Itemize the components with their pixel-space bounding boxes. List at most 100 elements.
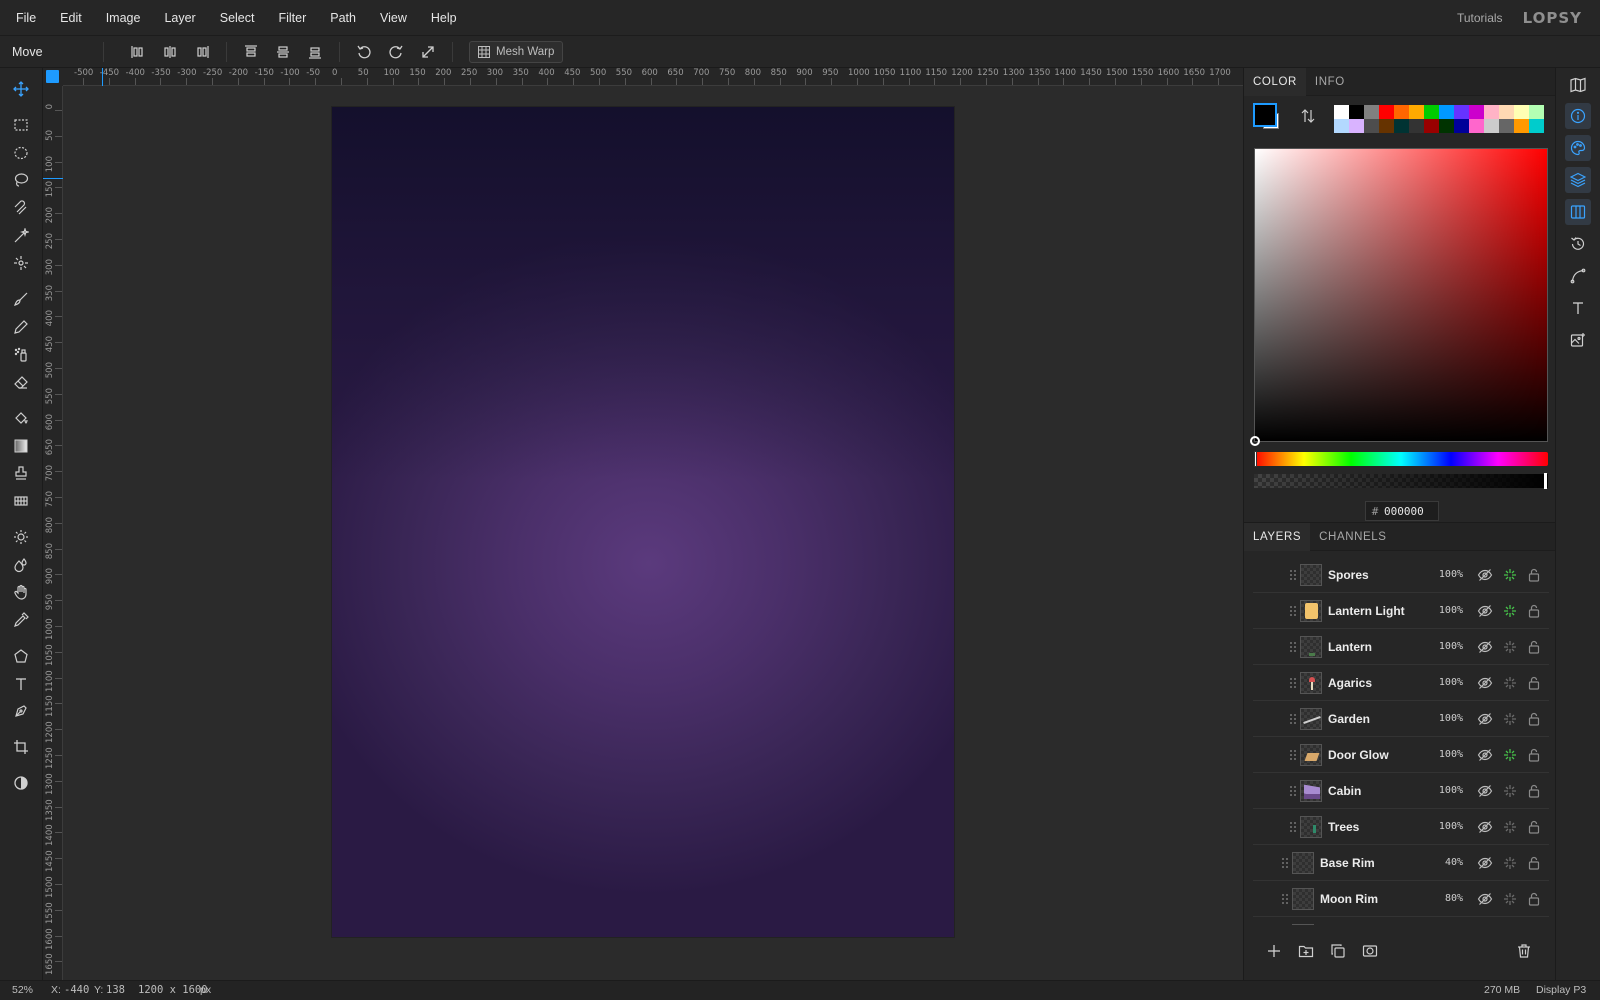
layer-opacity[interactable]: 100% — [1433, 557, 1463, 593]
duplicate-layer-icon[interactable] — [1330, 943, 1348, 961]
horizontal-ruler[interactable]: -500 -450 -400 -350 -300 -250 -200 -150 -100 -50 0… — [63, 68, 1243, 86]
layer-row[interactable]: Base Rim 40% — [1253, 845, 1549, 881]
pen-icon[interactable] — [6, 698, 36, 724]
spray-icon[interactable] — [6, 342, 36, 368]
hue-slider[interactable] — [1254, 451, 1548, 467]
drag-handle-icon[interactable] — [1288, 640, 1298, 654]
palette-swatch[interactable] — [1469, 105, 1484, 119]
palette-swatch[interactable] — [1394, 105, 1409, 119]
pencil-icon[interactable] — [6, 314, 36, 340]
paint-bucket-icon[interactable] — [6, 405, 36, 431]
palette-swatch[interactable] — [1439, 119, 1454, 133]
palette-swatch[interactable] — [1499, 105, 1514, 119]
layer-row[interactable]: Door Glow 100% — [1253, 737, 1549, 773]
lock-icon[interactable] — [1526, 675, 1542, 691]
blur-drop-icon[interactable] — [6, 552, 36, 578]
palette-swatch[interactable] — [1514, 105, 1529, 119]
align-right-icon[interactable] — [186, 40, 218, 64]
brush-icon[interactable] — [6, 286, 36, 312]
lasso-icon[interactable] — [6, 167, 36, 193]
stamp-icon[interactable] — [6, 460, 36, 486]
layer-effects-icon[interactable] — [1502, 639, 1518, 655]
drag-handle-icon[interactable] — [1280, 892, 1290, 906]
character-text-icon[interactable] — [1565, 295, 1591, 321]
lock-icon[interactable] — [1526, 783, 1542, 799]
drag-handle-icon[interactable] — [1288, 820, 1298, 834]
drag-handle-icon[interactable] — [1288, 604, 1298, 618]
visibility-eye-icon[interactable] — [1477, 711, 1493, 727]
lock-icon[interactable] — [1526, 711, 1542, 727]
layer-opacity[interactable]: 100% — [1433, 593, 1463, 629]
saturation-value-picker[interactable] — [1250, 148, 1548, 446]
layer-row[interactable]: Cabin 100% — [1253, 773, 1549, 809]
drag-handle-icon[interactable] — [1288, 676, 1298, 690]
add-group-icon[interactable] — [1298, 943, 1316, 961]
visibility-eye-icon[interactable] — [1477, 639, 1493, 655]
fit-expand-icon[interactable] — [412, 40, 444, 64]
layer-effects-icon[interactable] — [1502, 675, 1518, 691]
palette-swatch[interactable] — [1424, 105, 1439, 119]
history-icon[interactable] — [1565, 231, 1591, 257]
eyedropper-icon[interactable] — [6, 607, 36, 633]
palette-swatch[interactable] — [1484, 119, 1499, 133]
layer-row[interactable]: Garden 100% — [1253, 701, 1549, 737]
menu-image[interactable]: Image — [94, 11, 153, 25]
menu-help[interactable]: Help — [419, 11, 469, 25]
foreground-color-swatch[interactable] — [1253, 103, 1277, 127]
visibility-eye-icon[interactable] — [1477, 891, 1493, 907]
palette-swatch[interactable] — [1349, 105, 1364, 119]
palette-swatch[interactable] — [1454, 119, 1469, 133]
palette-swatch[interactable] — [1379, 105, 1394, 119]
align-bottom-icon[interactable] — [299, 40, 331, 64]
alpha-slider-handle[interactable] — [1544, 473, 1547, 489]
palette-swatch[interactable] — [1334, 119, 1349, 133]
drag-handle-icon[interactable] — [1288, 784, 1298, 798]
hand-icon[interactable] — [6, 579, 36, 605]
layer-row[interactable]: Spores 100% — [1253, 557, 1549, 593]
hex-input[interactable] — [1384, 504, 1438, 518]
palette-swatch[interactable] — [1364, 119, 1379, 133]
align-top-icon[interactable] — [235, 40, 267, 64]
layer-row[interactable]: Lantern 100% — [1253, 629, 1549, 665]
lock-icon[interactable] — [1526, 567, 1542, 583]
layer-opacity[interactable]: 100% — [1433, 665, 1463, 701]
palette-swatch[interactable] — [1514, 119, 1529, 133]
layer-opacity[interactable]: 100% — [1433, 773, 1463, 809]
visibility-eye-icon[interactable] — [1477, 783, 1493, 799]
ruler-origin-swatch[interactable] — [46, 70, 59, 83]
layer-opacity[interactable]: 100% — [1433, 629, 1463, 665]
visibility-eye-icon[interactable] — [1477, 855, 1493, 871]
visibility-eye-icon[interactable] — [1477, 675, 1493, 691]
palette-swatch[interactable] — [1334, 105, 1349, 119]
layer-effects-icon[interactable] — [1502, 567, 1518, 583]
rect-select-icon[interactable] — [6, 112, 36, 138]
layer-row[interactable]: Agarics 100% — [1253, 665, 1549, 701]
palette-swatch[interactable] — [1529, 105, 1544, 119]
palette-swatch[interactable] — [1364, 105, 1379, 119]
palette-swatch[interactable] — [1409, 119, 1424, 133]
menu-path[interactable]: Path — [318, 11, 368, 25]
delete-layer-icon[interactable] — [1516, 943, 1534, 961]
tab-info[interactable]: INFO — [1306, 68, 1354, 96]
zoom-level[interactable]: 52% — [12, 984, 33, 996]
palette-swatch[interactable] — [1409, 105, 1424, 119]
contrast-icon[interactable] — [6, 770, 36, 796]
layer-effects-icon[interactable] — [1502, 711, 1518, 727]
tutorials-link[interactable]: Tutorials — [1457, 11, 1503, 25]
visibility-eye-icon[interactable] — [1477, 567, 1493, 583]
quick-select-icon[interactable] — [6, 250, 36, 276]
menu-layer[interactable]: Layer — [152, 11, 207, 25]
tab-color[interactable]: COLOR — [1244, 67, 1306, 96]
canvas-workspace[interactable] — [63, 86, 1243, 980]
menu-select[interactable]: Select — [208, 11, 267, 25]
paths-curve-icon[interactable] — [1565, 263, 1591, 289]
layer-row[interactable]: Lantern Light 100% — [1253, 593, 1549, 629]
image-adjust-icon[interactable] — [1565, 327, 1591, 353]
vertical-ruler[interactable]: 0 50 100 150 200 250 300 350 400 450 500 550 600 650 7… — [43, 86, 63, 980]
layer-row[interactable]: Trees 100% — [1253, 809, 1549, 845]
tab-channels[interactable]: CHANNELS — [1310, 523, 1395, 551]
rotate-right-icon[interactable] — [380, 40, 412, 64]
crop-icon[interactable] — [6, 734, 36, 760]
drag-handle-icon[interactable] — [1288, 748, 1298, 762]
layer-effects-icon[interactable] — [1502, 603, 1518, 619]
